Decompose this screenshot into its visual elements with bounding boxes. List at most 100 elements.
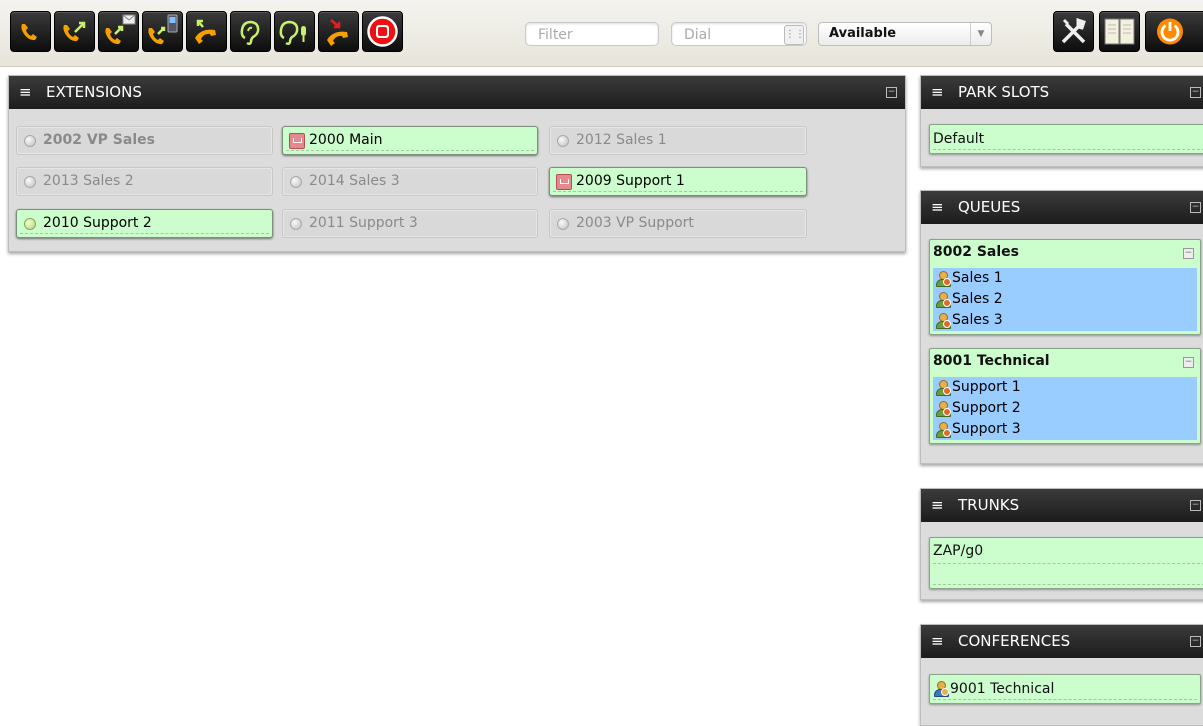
extension-label: 2009 Support 1 [576,173,685,189]
phonebook-button[interactable] [1099,11,1140,52]
extension-tile[interactable]: 2013 Sales 2 [16,167,273,196]
minimize-icon[interactable]: − [1190,636,1201,647]
park-slots-header: ≡ PARK SLOTS − [921,76,1203,109]
extension-label: 2010 Support 2 [43,215,152,231]
minimize-icon[interactable]: − [1190,87,1201,98]
member-label: Sales 2 [952,291,1003,307]
trunk-item[interactable]: ZAP/g0 [929,537,1203,589]
queue-member[interactable]: Sales 3 [933,310,1197,331]
divider [933,149,1203,150]
member-label: Support 3 [952,421,1021,437]
agent-icon [935,401,951,417]
whisper-button[interactable] [274,11,315,52]
record-button[interactable] [362,11,403,52]
queue-member[interactable]: Sales 2 [933,289,1197,310]
extension-tile[interactable]: 2011 Support 3 [282,209,538,238]
extension-label: 2012 Sales 1 [576,132,667,148]
member-label: Sales 3 [952,312,1003,328]
keypad-icon[interactable]: ⋮⋮ [784,25,805,45]
voicemail-transfer-icon [105,14,136,45]
extension-tile[interactable]: 2003 VP Support [549,209,807,238]
extension-label: 2002 VP Sales [43,132,155,148]
agent-icon [935,380,951,396]
phonebook-icon [1104,18,1135,45]
extension-tile[interactable]: 2000 Main [282,126,538,155]
transfer-call-icon [63,21,86,42]
extension-tile[interactable]: 2012 Sales 1 [549,126,807,155]
queue-card[interactable]: 8001 Technical − Support 1 Support 2 Sup… [929,348,1201,444]
mobile-transfer-button[interactable] [142,11,183,52]
queue-card[interactable]: 8002 Sales − Sales 1 Sales 2 Sales 3 [929,239,1201,335]
menu-icon[interactable]: ≡ [931,191,944,224]
queue-member[interactable]: Support 1 [933,377,1197,398]
listen-icon [240,20,260,46]
queues-header: ≡ QUEUES − [921,191,1203,224]
extension-label: 2000 Main [309,132,383,148]
minimize-icon[interactable]: − [1190,202,1201,213]
hangup-button[interactable] [318,11,359,52]
menu-icon[interactable]: ≡ [931,489,944,522]
transfer-button[interactable] [54,11,95,52]
park-slot-item[interactable]: Default [929,124,1203,154]
whisper-icon [279,20,306,46]
queue-member[interactable]: Support 2 [933,398,1197,419]
extension-tile[interactable]: 2014 Sales 3 [282,167,538,196]
divider [933,563,1203,564]
queue-member[interactable]: Sales 1 [933,268,1197,289]
status-dot-icon [290,218,302,230]
agent-icon [935,422,951,438]
extension-label: 2014 Sales 3 [309,173,400,189]
status-dot-icon [24,176,36,188]
extension-tile[interactable]: 2009 Support 1 [549,167,807,196]
power-icon [1157,18,1183,45]
toolbar: Filter Dial ⋮⋮ Available ▼ [0,0,1203,67]
minimize-icon[interactable]: − [1183,248,1194,259]
queue-member[interactable]: Support 3 [933,419,1197,440]
extension-label: 2013 Sales 2 [43,173,134,189]
agent-icon [935,292,951,308]
extensions-header: ≡ EXTENSIONS − [9,76,905,109]
tools-button[interactable] [1053,11,1094,52]
extension-label: 2011 Support 3 [309,215,418,231]
member-label: Support 2 [952,400,1021,416]
extension-tile[interactable]: 2002 VP Sales [16,126,273,155]
trunks-header: ≡ TRUNKS − [921,489,1203,522]
panel-title: QUEUES [958,198,1021,216]
member-label: Sales 1 [952,270,1003,286]
status-dot-icon [557,135,569,147]
conference-icon [933,681,949,697]
mobile-transfer-icon [148,14,178,45]
member-label: Support 1 [952,379,1021,395]
status-dot-icon [290,176,302,188]
filter-input[interactable]: Filter [525,22,659,46]
status-dot-icon [24,135,36,147]
conference-item[interactable]: 9001 Technical [929,674,1201,704]
extension-label: 2003 VP Support [576,215,694,231]
minimize-icon[interactable]: − [1183,357,1194,368]
pickup-button[interactable] [186,11,227,52]
status-dot-icon [24,218,36,230]
dial-input[interactable]: Dial ⋮⋮ [671,22,807,46]
status-value: Available [829,26,897,41]
minimize-icon[interactable]: − [1190,500,1201,511]
queue-name: 8001 Technical [933,353,1050,369]
power-button[interactable] [1145,11,1203,52]
voicemail-icon [556,174,572,190]
listen-button[interactable] [230,11,271,52]
minimize-icon[interactable]: − [886,87,897,98]
agent-icon [935,271,951,287]
panel-title: EXTENSIONS [46,83,142,101]
divider [933,699,1197,700]
voicemail-transfer-button[interactable] [98,11,139,52]
queue-members: Support 1 Support 2 Support 3 [933,377,1197,440]
tools-icon [1061,17,1086,44]
voicemail-icon [289,133,305,149]
status-select[interactable]: Available ▼ [818,22,992,46]
menu-icon[interactable]: ≡ [931,625,944,658]
menu-icon[interactable]: ≡ [19,76,32,109]
panel-title: CONFERENCES [958,632,1071,650]
agent-icon [935,313,951,329]
menu-icon[interactable]: ≡ [931,76,944,109]
extension-tile[interactable]: 2010 Support 2 [16,209,273,238]
dial-button[interactable] [10,11,51,52]
